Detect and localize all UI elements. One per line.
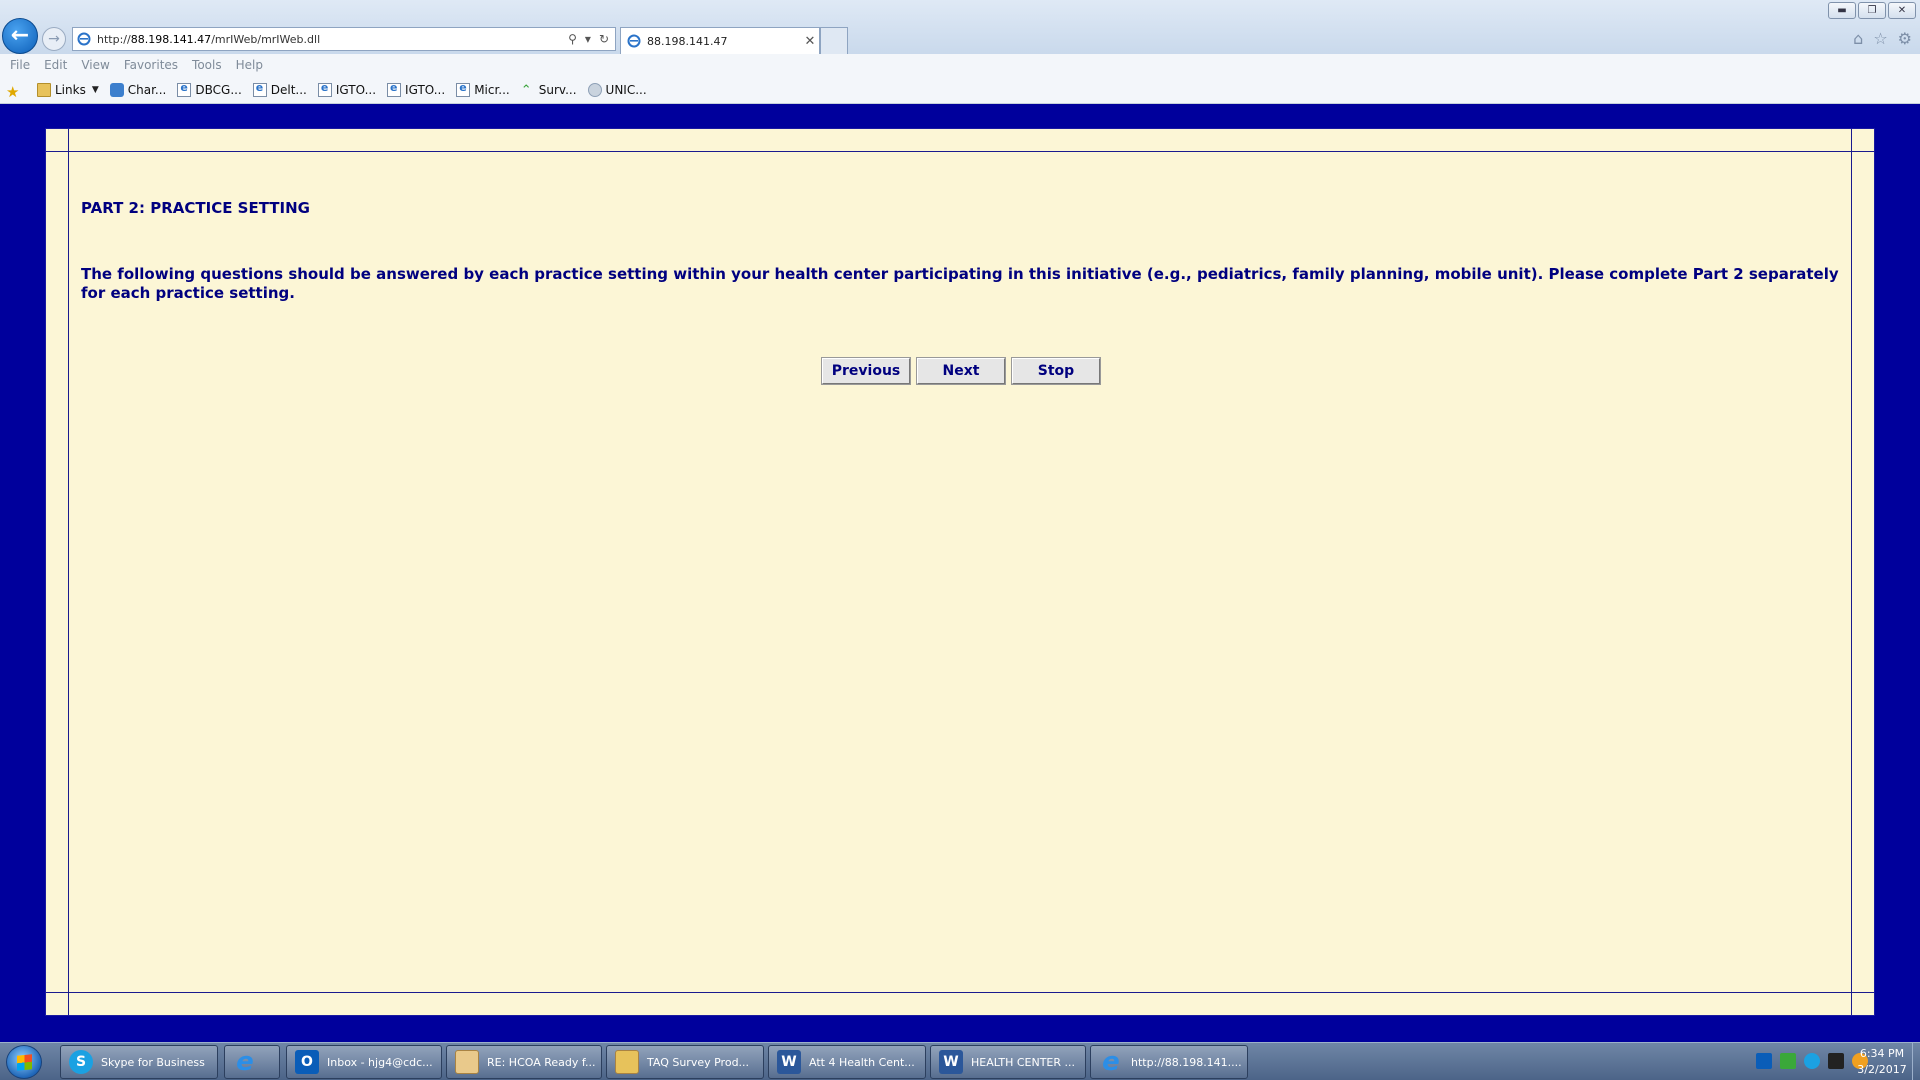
frame-divider (46, 151, 1874, 152)
folder-icon (37, 82, 51, 97)
internet-explorer-icon: e (1102, 1047, 1120, 1077)
favorites-star-icon[interactable]: ☆ (1873, 29, 1887, 48)
page-icon (252, 81, 267, 97)
favorite-item[interactable]: IGTO... (387, 81, 445, 97)
stop-button[interactable]: Stop (1011, 357, 1101, 385)
page-title: PART 2: PRACTICE SETTING (81, 199, 310, 217)
frame-divider (68, 129, 69, 1015)
gear-icon[interactable]: ⚙ (1898, 29, 1912, 48)
network-tray-icon[interactable] (1828, 1053, 1844, 1069)
frame-divider (1851, 129, 1852, 1015)
restore-button[interactable]: ❐ (1858, 2, 1886, 19)
instructions-text: The following questions should be answer… (81, 265, 1839, 302)
close-window-button[interactable]: ✕ (1888, 2, 1916, 19)
back-button[interactable]: ← (2, 18, 38, 54)
taskbar-item-skype[interactable]: S Skype for Business (60, 1045, 218, 1079)
outlook-tray-icon[interactable] (1756, 1053, 1772, 1069)
menu-view[interactable]: View (81, 58, 109, 72)
new-tab-button[interactable] (820, 27, 848, 54)
menu-edit[interactable]: Edit (44, 58, 67, 72)
checkmark-tray-icon[interactable] (1780, 1053, 1796, 1069)
favorite-item[interactable]: ⌃ Surv... (520, 82, 577, 98)
favorite-links[interactable]: Links ▼ (37, 82, 99, 97)
taskbar-item-word-att4[interactable]: W Att 4 Health Cent... (768, 1045, 926, 1079)
favorite-item[interactable]: IGTO... (317, 81, 376, 97)
url-text: http://88.198.141.47/mrIWeb/mrIWeb.dll (97, 32, 321, 46)
show-desktop-button[interactable] (1912, 1043, 1920, 1080)
chevron-down-icon: ▼ (91, 84, 99, 95)
refresh-icon[interactable]: ↻ (599, 32, 609, 46)
chevron-down-icon[interactable]: ▾ (585, 32, 591, 46)
start-button[interactable] (6, 1045, 42, 1079)
tab-active[interactable]: 88.198.141.47 ✕ (620, 27, 820, 54)
close-icon[interactable]: ✕ (801, 34, 819, 49)
internet-explorer-icon (77, 32, 91, 46)
favorite-item[interactable]: Char... (109, 82, 166, 97)
home-icon[interactable]: ⌂ (1853, 29, 1863, 48)
menu-file[interactable]: File (10, 58, 30, 72)
next-button[interactable]: Next (916, 357, 1006, 385)
clock-date: 3/2/2017 (1857, 1063, 1907, 1076)
page-icon (177, 81, 192, 97)
word-icon: W (939, 1050, 963, 1074)
skype-icon: S (69, 1050, 93, 1074)
page-icon (317, 81, 332, 97)
page-icon (456, 81, 471, 97)
favorite-item[interactable]: Micr... (456, 81, 510, 97)
favorites-star-icon: ★ (6, 82, 20, 101)
navigation-buttons: Previous Next Stop (821, 357, 1101, 385)
window-controls: ▬ ❐ ✕ (1828, 2, 1916, 19)
clock-time: 6:34 PM (1859, 1047, 1905, 1060)
tab-title: 88.198.141.47 (647, 34, 728, 48)
taskbar-item-mail[interactable]: RE: HCOA Ready f... (446, 1045, 602, 1079)
browser-right-icons: ⌂ ☆ ⚙ (1853, 29, 1912, 48)
survey-frame: PART 2: PRACTICE SETTING The following q… (45, 128, 1875, 1016)
internet-explorer-icon: e (236, 1047, 254, 1077)
favorites-bar: ★ Links ▼ Char... DBCG... Delt... IGTO..… (0, 76, 1920, 104)
previous-button[interactable]: Previous (821, 357, 911, 385)
taskbar-item-ie-window[interactable]: e http://88.198.141.... (1090, 1045, 1248, 1079)
favorite-item[interactable]: Delt... (252, 81, 307, 97)
globe-icon (587, 82, 602, 97)
survey-icon: ⌃ (520, 82, 532, 98)
skype-tray-icon[interactable] (1804, 1053, 1820, 1069)
minimize-button[interactable]: ▬ (1828, 2, 1856, 19)
internet-explorer-icon (627, 34, 641, 48)
folder-icon (615, 1050, 639, 1074)
menu-help[interactable]: Help (236, 58, 263, 72)
taskbar-item-folder[interactable]: TAQ Survey Prod... (606, 1045, 764, 1079)
menu-bar: File Edit View Favorites Tools Help (0, 54, 1920, 76)
page-icon (387, 81, 402, 97)
outlook-icon: O (295, 1050, 319, 1074)
search-icon[interactable]: ⚲ (568, 32, 577, 46)
taskbar: S Skype for Business e O Inbox - hjg4@cd… (0, 1042, 1920, 1080)
forward-button[interactable]: → (42, 27, 66, 51)
taskbar-item-word-health-center[interactable]: W HEALTH CENTER ... (930, 1045, 1086, 1079)
taskbar-item-ie-pinned[interactable]: e (224, 1045, 280, 1079)
mail-icon (455, 1050, 479, 1074)
favorites-star-button[interactable]: ★ (6, 82, 26, 101)
browser-toolbar: ← → http://88.198.141.47/mrIWeb/mrIWeb.d… (0, 0, 1920, 54)
taskbar-item-outlook[interactable]: O Inbox - hjg4@cdc... (286, 1045, 442, 1079)
favorite-item[interactable]: DBCG... (177, 81, 242, 97)
word-icon: W (777, 1050, 801, 1074)
menu-favorites[interactable]: Favorites (124, 58, 178, 72)
favorite-item[interactable]: UNIC... (587, 82, 647, 97)
frame-divider (46, 992, 1874, 993)
page-icon (109, 82, 124, 97)
address-bar[interactable]: http://88.198.141.47/mrIWeb/mrIWeb.dll ⚲… (72, 27, 616, 51)
taskbar-clock[interactable]: 6:34 PM 3/2/2017 (1852, 1046, 1912, 1078)
menu-tools[interactable]: Tools (192, 58, 222, 72)
